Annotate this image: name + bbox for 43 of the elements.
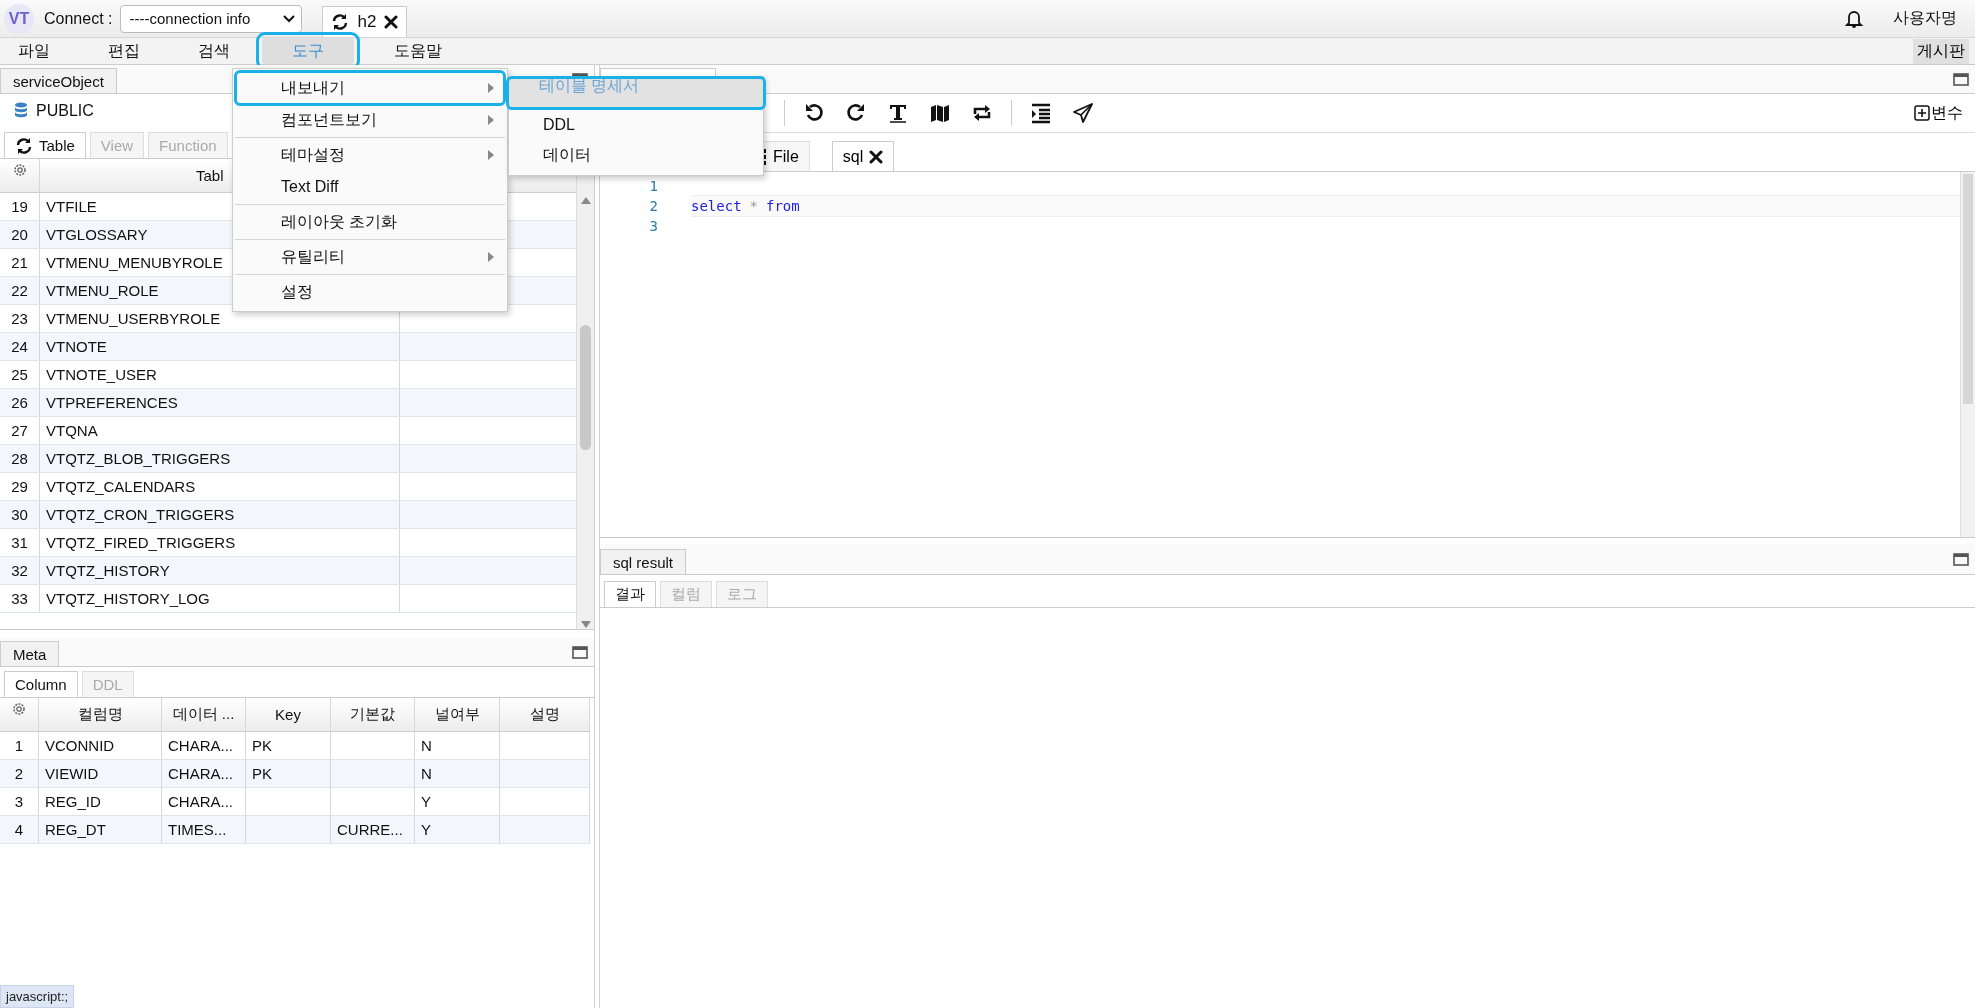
row-number: 27 xyxy=(0,417,40,444)
code-token: from xyxy=(766,198,800,214)
row-number: 28 xyxy=(0,445,40,472)
row-number: 31 xyxy=(0,529,40,556)
table-cell: N xyxy=(415,760,500,787)
table-cell: CHARA... xyxy=(162,788,246,815)
line-number: 1 xyxy=(648,178,658,194)
table-cell: Y xyxy=(415,816,500,843)
row-number: 21 xyxy=(0,249,40,276)
code-token: * xyxy=(749,198,758,214)
table-cell: VIEWID xyxy=(39,760,162,787)
row-number: 1 xyxy=(0,732,39,759)
table-cell: Y xyxy=(415,788,500,815)
table-cell: REG_DT xyxy=(39,816,162,843)
table-cell: CHARA... xyxy=(162,732,246,759)
table-cell: VCONNID xyxy=(39,732,162,759)
row-number: 23 xyxy=(0,305,40,332)
line-number: 3 xyxy=(648,218,658,234)
table-cell: N xyxy=(415,732,500,759)
row-number: 30 xyxy=(0,501,40,528)
row-number: 20 xyxy=(0,221,40,248)
row-number: 33 xyxy=(0,585,40,612)
line-number: 2 xyxy=(648,198,658,214)
table-cell: REG_ID xyxy=(39,788,162,815)
table-cell: PK xyxy=(246,732,331,759)
table-cell: CURRE... xyxy=(331,816,415,843)
row-number: 2 xyxy=(0,760,39,787)
row-number: 29 xyxy=(0,473,40,500)
table-cell: PK xyxy=(246,760,331,787)
row-number: 22 xyxy=(0,277,40,304)
table-cell: TIMES... xyxy=(162,816,246,843)
schema-name: PUBLIC xyxy=(36,102,94,120)
connect-label: Connect : xyxy=(44,9,113,28)
row-number: 3 xyxy=(0,788,39,815)
row-number: 4 xyxy=(0,816,39,843)
row-number: 24 xyxy=(0,333,40,360)
row-number: 25 xyxy=(0,361,40,388)
code-token: select xyxy=(691,198,742,214)
row-number: 19 xyxy=(0,193,40,220)
table-cell: CHARA... xyxy=(162,760,246,787)
row-number: 26 xyxy=(0,389,40,416)
app-logo: VT xyxy=(4,3,34,34)
row-number: 32 xyxy=(0,557,40,584)
